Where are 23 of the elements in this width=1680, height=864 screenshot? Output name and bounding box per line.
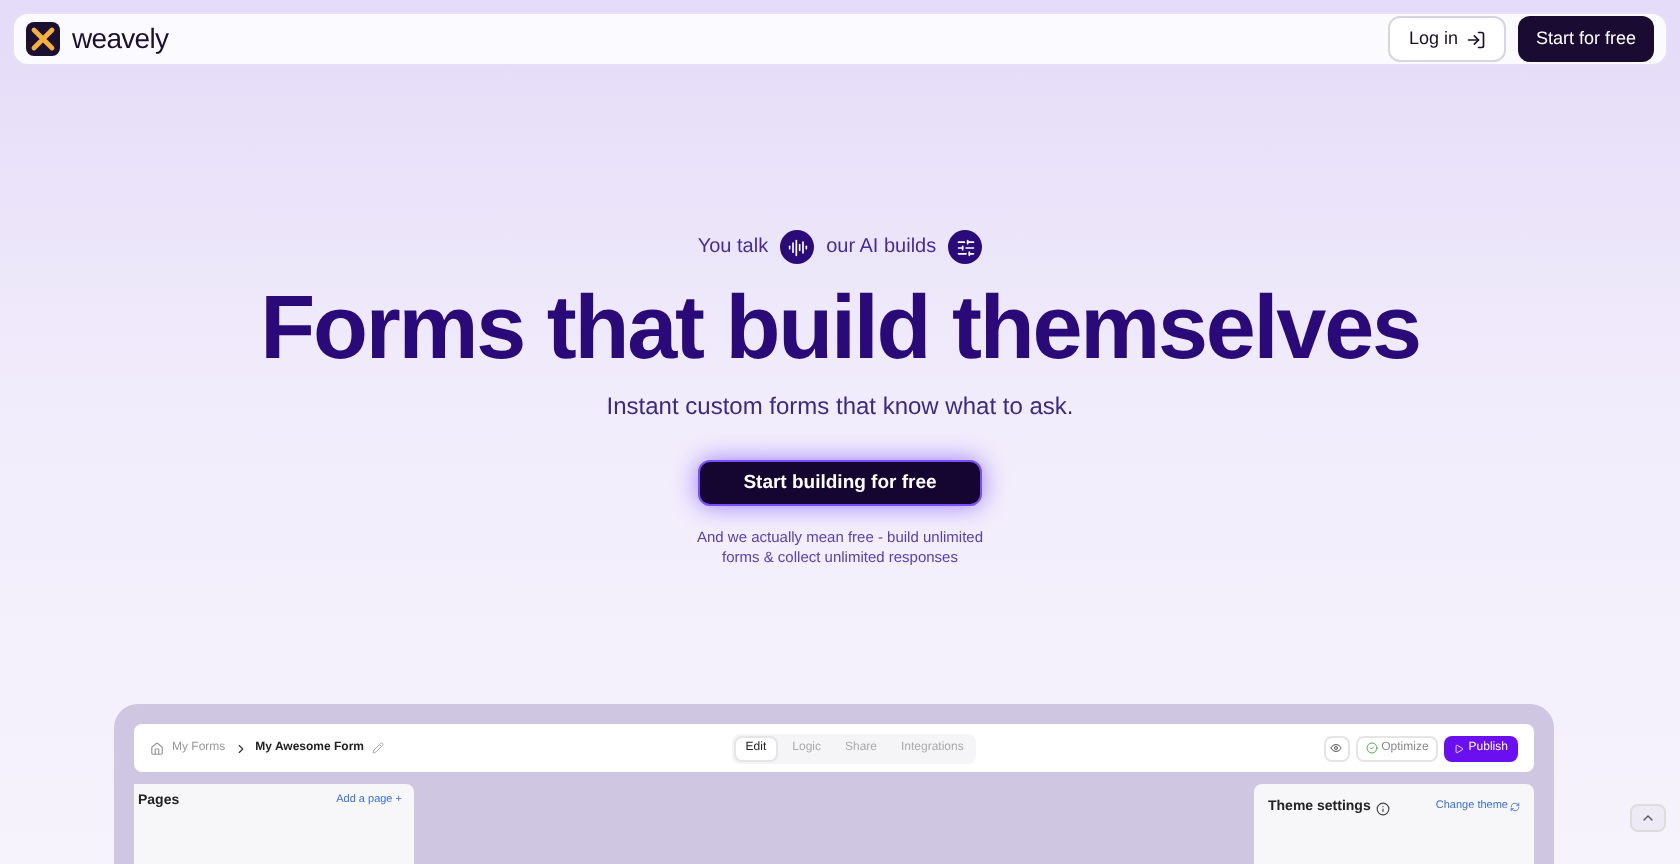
info-icon [1376, 801, 1391, 816]
play-icon [1454, 743, 1465, 753]
preview-button[interactable] [1323, 735, 1350, 761]
eye-icon [1330, 742, 1343, 754]
waveform-icon [780, 230, 815, 265]
tagline-text: You talk [697, 234, 769, 263]
hero-subtitle: Instant custom forms that know what to ask. [606, 390, 1074, 425]
login-button[interactable]: Log in [1388, 16, 1506, 63]
refresh-icon [1510, 801, 1520, 812]
edit-icon [372, 742, 385, 754]
start-building-button[interactable]: Start building for free [698, 460, 982, 506]
login-icon [1465, 29, 1486, 50]
home-icon [150, 741, 164, 755]
chevron-up-icon [1640, 810, 1656, 826]
check-circle-icon [1365, 742, 1378, 754]
sliders-icon [948, 230, 983, 265]
logo-icon [26, 22, 60, 57]
chevron-icon [233, 741, 248, 755]
scroll-up-button[interactable] [1630, 804, 1666, 832]
tagline-text: our AI builds [826, 234, 937, 263]
hero-title: Forms that build themselves [260, 274, 1420, 383]
start-free-button[interactable]: Start for free [1517, 16, 1654, 63]
brand-name: weavely [72, 20, 169, 59]
